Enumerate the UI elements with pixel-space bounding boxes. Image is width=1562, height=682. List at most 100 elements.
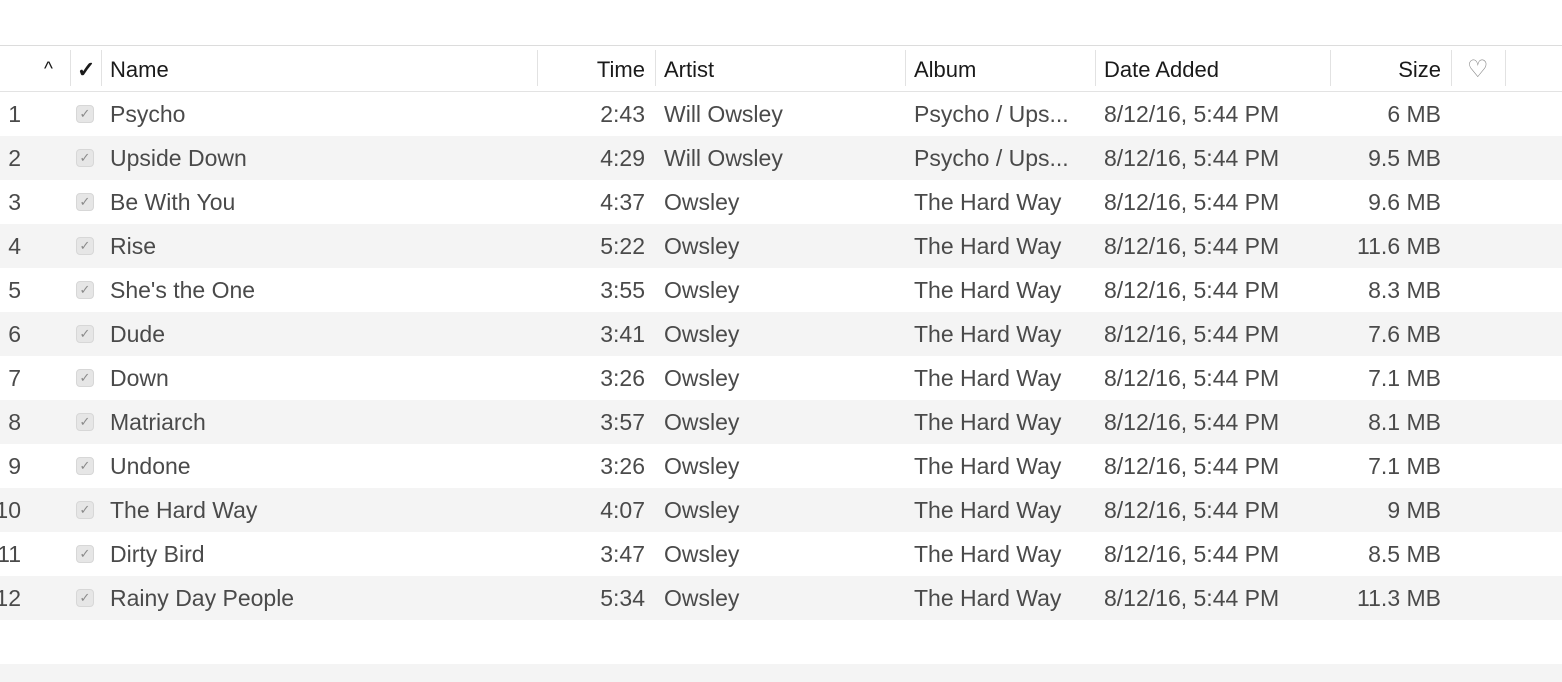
column-header-artist[interactable]: Artist <box>664 46 714 91</box>
track-time: 3:26 <box>600 365 645 391</box>
track-size: 8.1 MB <box>1368 409 1441 435</box>
column-divider <box>655 50 656 86</box>
track-date-added: 8/12/16, 5:44 PM <box>1104 145 1280 171</box>
track-checkbox-icon[interactable]: ✓ <box>76 413 94 431</box>
track-size: 8.3 MB <box>1368 277 1441 303</box>
track-row[interactable]: 10 ✓ The Hard Way 4:07 Owsley The Hard W… <box>0 488 1562 532</box>
track-size: 6 MB <box>1387 101 1441 127</box>
track-size: 7.1 MB <box>1368 453 1441 479</box>
track-name: Be With You <box>110 189 236 215</box>
track-size: 9 MB <box>1387 497 1441 523</box>
column-header-check[interactable]: ✓ <box>77 46 95 91</box>
track-size: 9.6 MB <box>1368 189 1441 215</box>
column-header-size[interactable]: Size <box>1398 46 1441 91</box>
track-row[interactable]: 7 ✓ Down 3:26 Owsley The Hard Way 8/12/1… <box>0 356 1562 400</box>
track-album: The Hard Way <box>914 541 1062 567</box>
column-header-row: ^ ✓ Name Time Artist Album Date Added Si… <box>0 46 1562 92</box>
track-album: The Hard Way <box>914 453 1062 479</box>
track-checkbox-icon[interactable]: ✓ <box>76 457 94 475</box>
track-date-added: 8/12/16, 5:44 PM <box>1104 585 1280 611</box>
track-artist: Owsley <box>664 365 740 391</box>
track-size: 9.5 MB <box>1368 145 1441 171</box>
track-name: Rise <box>110 233 157 259</box>
column-divider <box>905 50 906 86</box>
track-checkbox-icon[interactable]: ✓ <box>76 149 94 167</box>
love-heart-icon[interactable]: ♡ <box>1467 46 1489 91</box>
track-name: She's the One <box>110 277 256 303</box>
track-album: The Hard Way <box>914 233 1062 259</box>
track-checkbox-icon[interactable]: ✓ <box>76 369 94 387</box>
track-date-added: 8/12/16, 5:44 PM <box>1104 453 1280 479</box>
track-checkbox-icon[interactable]: ✓ <box>76 281 94 299</box>
column-header-album[interactable]: Album <box>914 46 976 91</box>
track-artist: Owsley <box>664 497 740 523</box>
track-row[interactable]: 1 ✓ Psycho 2:43 Will Owsley Psycho / Ups… <box>0 92 1562 136</box>
column-divider <box>1330 50 1331 86</box>
track-checkbox-icon[interactable]: ✓ <box>76 237 94 255</box>
track-time: 3:41 <box>600 321 645 347</box>
empty-row <box>0 620 1562 664</box>
track-album: The Hard Way <box>914 321 1062 347</box>
track-time: 4:37 <box>600 189 645 215</box>
track-time: 5:34 <box>600 585 645 611</box>
track-number: 10 <box>0 497 21 523</box>
track-number: 6 <box>8 321 21 347</box>
track-number: 2 <box>8 145 21 171</box>
column-divider <box>70 50 71 86</box>
track-row[interactable]: 2 ✓ Upside Down 4:29 Will Owsley Psycho … <box>0 136 1562 180</box>
track-checkbox-icon[interactable]: ✓ <box>76 325 94 343</box>
column-divider <box>537 50 538 86</box>
column-divider <box>1095 50 1096 86</box>
track-date-added: 8/12/16, 5:44 PM <box>1104 233 1280 259</box>
track-row[interactable]: 11 ✓ Dirty Bird 3:47 Owsley The Hard Way… <box>0 532 1562 576</box>
track-artist: Owsley <box>664 585 740 611</box>
track-album: The Hard Way <box>914 277 1062 303</box>
track-row[interactable]: 3 ✓ Be With You 4:37 Owsley The Hard Way… <box>0 180 1562 224</box>
track-album: The Hard Way <box>914 365 1062 391</box>
track-row[interactable]: 12 ✓ Rainy Day People 5:34 Owsley The Ha… <box>0 576 1562 620</box>
track-album: Psycho / Ups... <box>914 101 1069 127</box>
track-checkbox-icon[interactable]: ✓ <box>76 105 94 123</box>
track-size: 11.3 MB <box>1357 585 1441 611</box>
track-date-added: 8/12/16, 5:44 PM <box>1104 189 1280 215</box>
track-artist: Owsley <box>664 277 740 303</box>
track-artist: Owsley <box>664 453 740 479</box>
sort-arrow-icon[interactable]: ^ <box>44 46 53 91</box>
track-size: 11.6 MB <box>1357 233 1441 259</box>
track-row[interactable]: 5 ✓ She's the One 3:55 Owsley The Hard W… <box>0 268 1562 312</box>
track-size: 7.1 MB <box>1368 365 1441 391</box>
track-album: The Hard Way <box>914 189 1062 215</box>
column-header-date-added[interactable]: Date Added <box>1104 46 1219 91</box>
track-time: 5:22 <box>600 233 645 259</box>
track-row[interactable]: 4 ✓ Rise 5:22 Owsley The Hard Way 8/12/1… <box>0 224 1562 268</box>
track-date-added: 8/12/16, 5:44 PM <box>1104 321 1280 347</box>
track-row[interactable]: 8 ✓ Matriarch 3:57 Owsley The Hard Way 8… <box>0 400 1562 444</box>
track-time: 3:57 <box>600 409 645 435</box>
track-row[interactable]: 9 ✓ Undone 3:26 Owsley The Hard Way 8/12… <box>0 444 1562 488</box>
track-size: 7.6 MB <box>1368 321 1441 347</box>
track-date-added: 8/12/16, 5:44 PM <box>1104 409 1280 435</box>
track-name: Dude <box>110 321 165 347</box>
track-checkbox-icon[interactable]: ✓ <box>76 501 94 519</box>
track-checkbox-icon[interactable]: ✓ <box>76 193 94 211</box>
track-time: 3:47 <box>600 541 645 567</box>
track-row[interactable]: 6 ✓ Dude 3:41 Owsley The Hard Way 8/12/1… <box>0 312 1562 356</box>
track-date-added: 8/12/16, 5:44 PM <box>1104 101 1280 127</box>
track-number: 1 <box>8 101 21 127</box>
column-header-name[interactable]: Name <box>110 46 169 91</box>
track-checkbox-icon[interactable]: ✓ <box>76 545 94 563</box>
track-checkbox-icon[interactable]: ✓ <box>76 589 94 607</box>
track-name: Dirty Bird <box>110 541 205 567</box>
track-date-added: 8/12/16, 5:44 PM <box>1104 365 1280 391</box>
track-name: Down <box>110 365 169 391</box>
column-header-time[interactable]: Time <box>597 46 645 91</box>
track-artist: Owsley <box>664 409 740 435</box>
track-artist: Owsley <box>664 189 740 215</box>
track-artist: Will Owsley <box>664 101 783 127</box>
track-number: 9 <box>8 453 21 479</box>
track-artist: Owsley <box>664 541 740 567</box>
track-size: 8.5 MB <box>1368 541 1441 567</box>
track-number: 11 <box>0 541 21 567</box>
track-time: 3:55 <box>600 277 645 303</box>
track-number: 12 <box>0 585 21 611</box>
